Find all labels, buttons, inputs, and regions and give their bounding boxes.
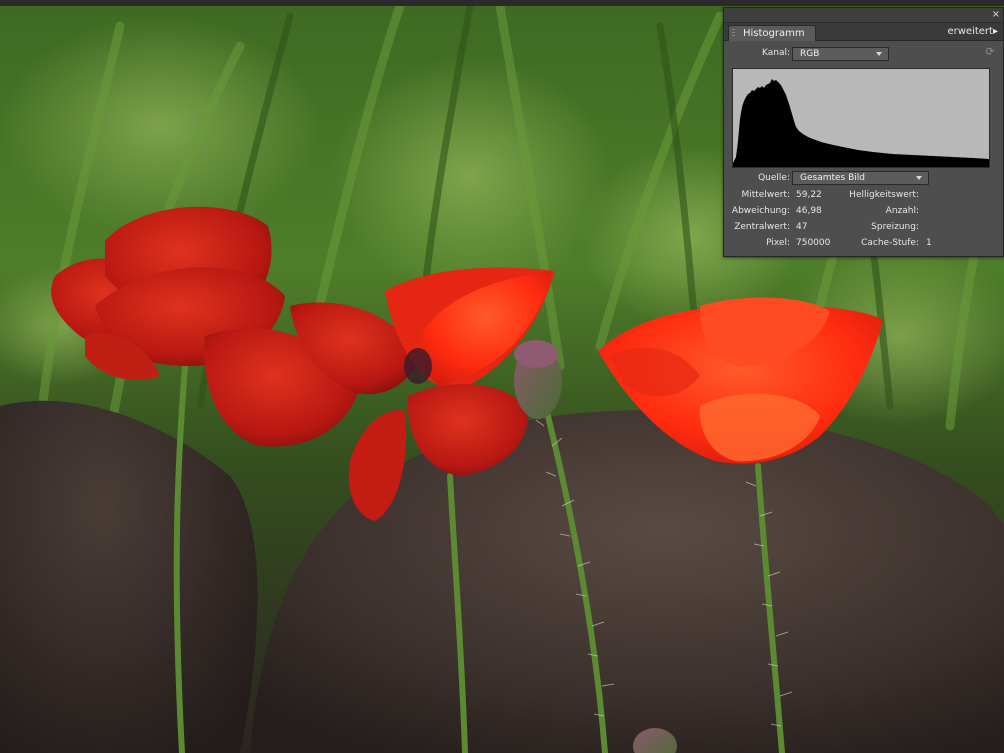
extended-label: erweitert <box>947 26 993 37</box>
pixel-label: Pixel: <box>766 238 790 248</box>
chevron-right-icon: ▸ <box>992 26 998 37</box>
helligkeitswert-label: Helligkeitswert: <box>849 190 919 200</box>
quelle-value: Gesamtes Bild <box>800 173 865 183</box>
cache-stufe-label: Cache-Stufe: <box>861 238 919 248</box>
abweichung-value: 46,98 <box>796 206 822 216</box>
kanal-dropdown[interactable]: RGB <box>792 47 889 61</box>
tab-histogramm-label: Histogramm <box>743 28 805 39</box>
histogram-panel: × Histogramm erweitert▸ Kanal: RGB ⟳ Que… <box>723 7 1004 257</box>
zentralwert-value: 47 <box>796 222 808 232</box>
pixel-value: 750000 <box>796 238 831 248</box>
tab-histogramm[interactable]: Histogramm <box>728 25 816 41</box>
quelle-label: Quelle: <box>758 173 790 183</box>
anzahl-label: Anzahl: <box>885 206 919 216</box>
kanal-label: Kanal: <box>761 48 790 58</box>
abweichung-label: Abweichung: <box>731 206 790 216</box>
kanal-value: RGB <box>800 49 820 59</box>
refresh-icon[interactable]: ⟳ <box>983 45 997 59</box>
histogram-graph <box>732 68 990 168</box>
mittelwert-value: 59,22 <box>796 190 822 200</box>
histogram-curve <box>733 79 989 167</box>
spreizung-label: Spreizung: <box>871 222 919 232</box>
grip-icon[interactable] <box>732 29 735 38</box>
chevron-down-icon <box>916 176 922 180</box>
zentralwert-label: Zentralwert: <box>734 222 790 232</box>
quelle-dropdown[interactable]: Gesamtes Bild <box>792 171 929 185</box>
panel-title-strip[interactable]: × <box>724 8 1003 23</box>
mittelwert-label: Mittelwert: <box>741 190 790 200</box>
panel-tab-bar: Histogramm erweitert▸ <box>724 23 1003 41</box>
photoshop-window: × Histogramm erweitert▸ Kanal: RGB ⟳ Que… <box>0 0 1004 753</box>
chevron-down-icon <box>876 52 882 56</box>
close-icon[interactable]: × <box>992 8 1000 21</box>
extended-menu-button[interactable]: erweitert▸ <box>947 25 998 39</box>
cache-stufe-value: 1 <box>926 238 932 248</box>
